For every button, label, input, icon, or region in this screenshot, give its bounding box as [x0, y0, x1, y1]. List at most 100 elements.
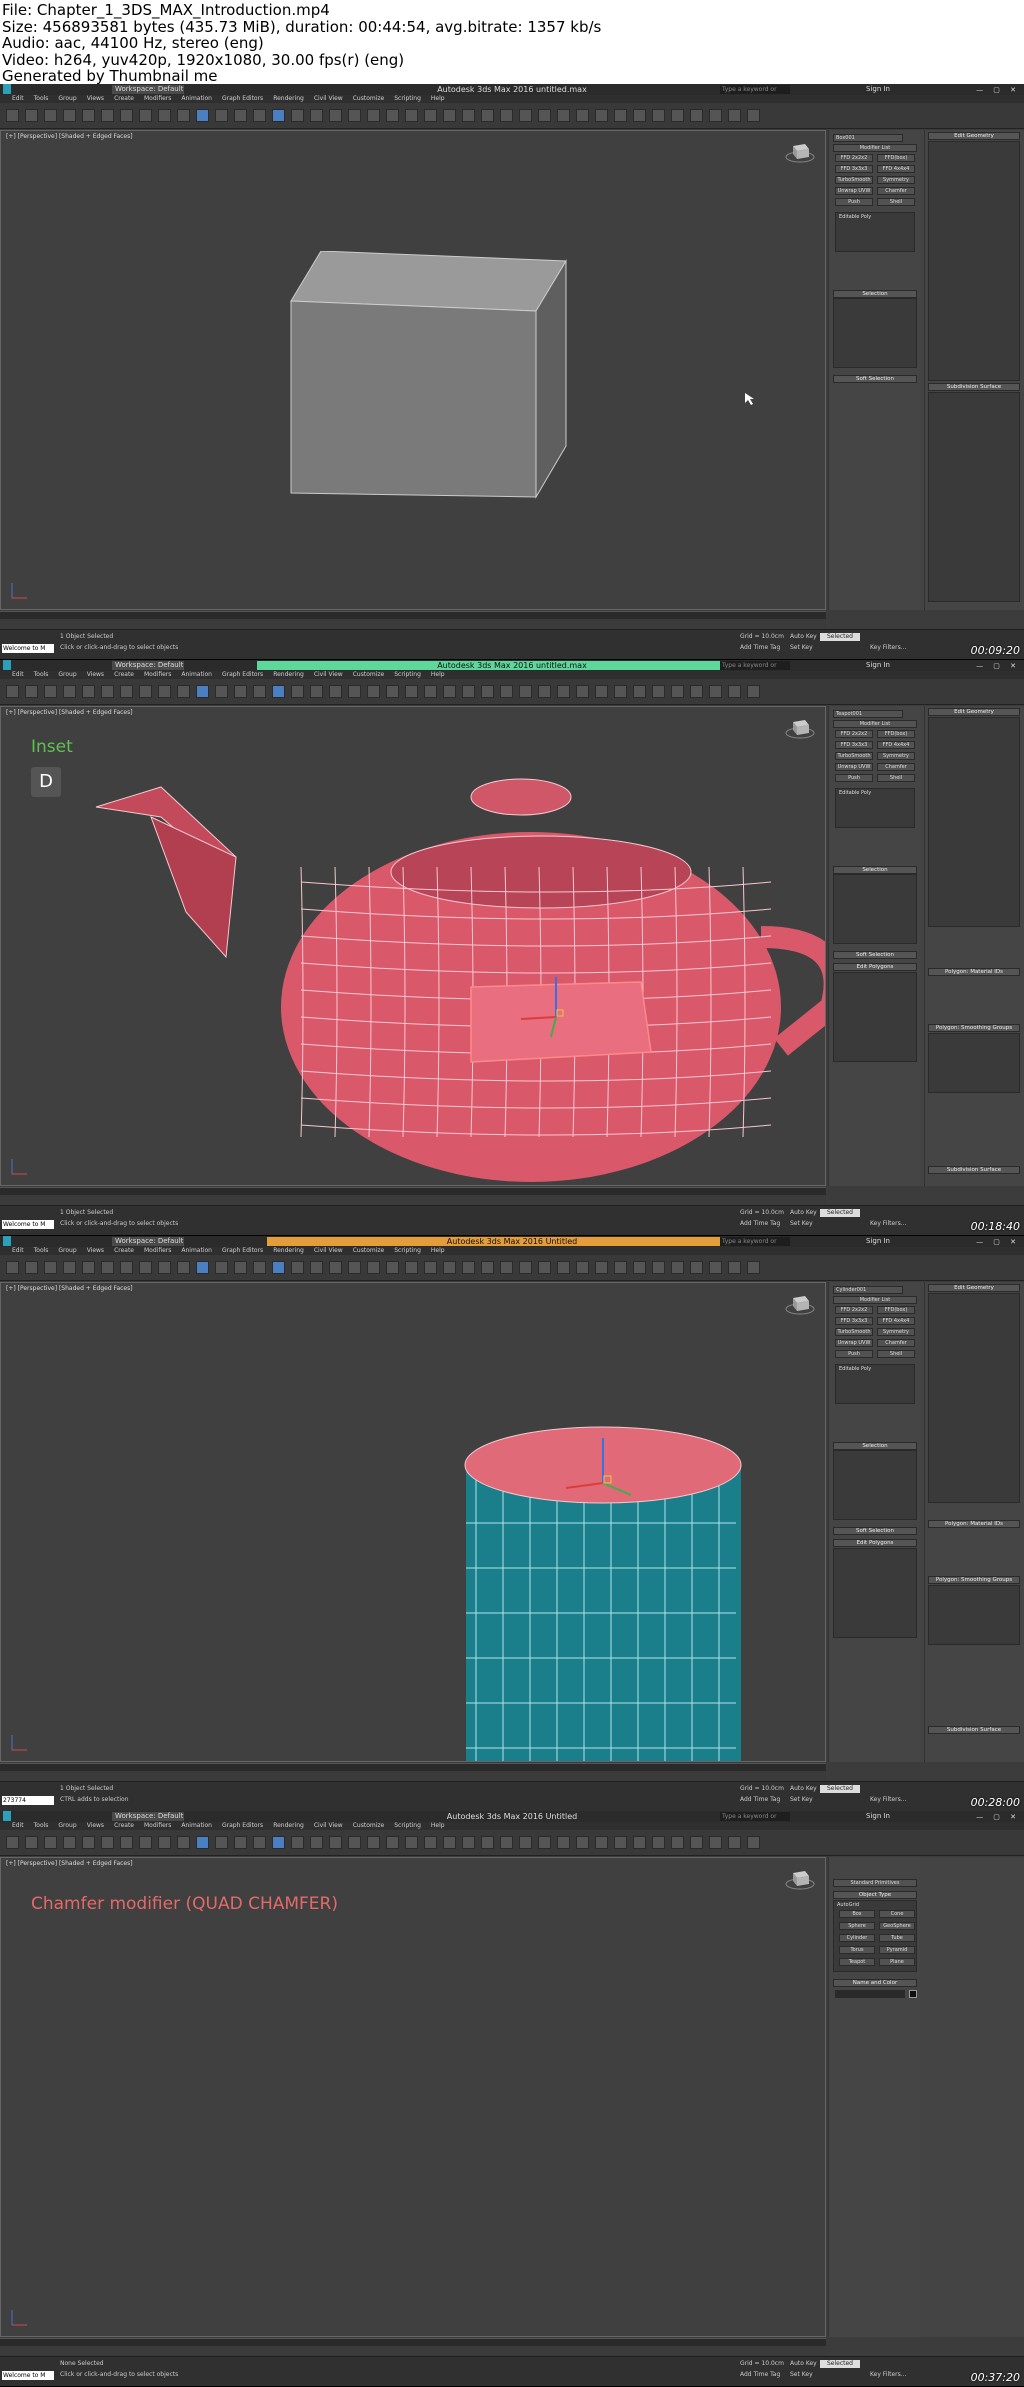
- toolbar-tool-icon[interactable]: [538, 109, 551, 122]
- toolbar-tool-icon[interactable]: [481, 1836, 494, 1849]
- primitive-button[interactable]: GeoSphere: [879, 1922, 915, 1930]
- toolbar-tool-icon[interactable]: [348, 685, 361, 698]
- toolbar-tool-icon[interactable]: [386, 1836, 399, 1849]
- primitive-button[interactable]: Plane: [879, 1958, 915, 1966]
- toolbar-tool-icon[interactable]: [291, 685, 304, 698]
- menu-item[interactable]: Animation: [181, 1247, 212, 1254]
- selection-rollout-header[interactable]: Selection: [833, 290, 917, 298]
- toolbar-tool-icon[interactable]: [215, 685, 228, 698]
- set-key-button[interactable]: Set Key: [790, 2371, 813, 2378]
- toolbar-tool-icon[interactable]: [82, 109, 95, 122]
- toolbar-tool-icon[interactable]: [25, 1836, 38, 1849]
- menu-item[interactable]: Edit: [12, 95, 24, 102]
- modifier-stack-item[interactable]: Editable Poly: [839, 1366, 911, 1372]
- modifier-stack[interactable]: Editable Poly: [835, 212, 915, 252]
- toolbar-tool-icon[interactable]: [120, 109, 133, 122]
- menu-item[interactable]: Edit: [12, 1247, 24, 1254]
- object-type-rollout-header[interactable]: Object Type: [833, 1891, 917, 1899]
- subdivision-surface-rollout-header[interactable]: Subdivision Surface: [928, 1166, 1020, 1174]
- toolbar-tool-icon[interactable]: [310, 1836, 323, 1849]
- toolbar-tool-icon[interactable]: [329, 685, 342, 698]
- menu-item[interactable]: Rendering: [273, 671, 304, 678]
- selection-rollout-header[interactable]: Selection: [833, 1442, 917, 1450]
- search-input[interactable]: Type a keyword or phrase: [720, 85, 790, 102]
- toolbar-tool-icon[interactable]: [101, 109, 114, 122]
- modifier-button[interactable]: Unwrap UVW: [835, 1339, 873, 1347]
- toolbar-tool-icon[interactable]: [291, 109, 304, 122]
- toolbar-tool-icon[interactable]: [576, 685, 589, 698]
- track-bar[interactable]: [0, 1195, 826, 1205]
- toolbar-tool-icon[interactable]: [481, 1261, 494, 1274]
- toolbar-tool-icon[interactable]: [671, 1261, 684, 1274]
- toolbar-tool-icon[interactable]: [690, 1836, 703, 1849]
- modifier-list-dropdown[interactable]: Modifier List: [833, 720, 917, 728]
- toolbar-tool-icon[interactable]: [177, 1836, 190, 1849]
- object-name-field[interactable]: Box001: [833, 134, 903, 142]
- time-slider[interactable]: [0, 611, 826, 619]
- toolbar-tool-icon[interactable]: [633, 1261, 646, 1274]
- menu-item[interactable]: Rendering: [273, 95, 304, 102]
- toolbar-tool-icon[interactable]: [614, 109, 627, 122]
- menu-item[interactable]: Modifiers: [144, 1247, 171, 1254]
- toolbar-tool-icon[interactable]: [234, 1261, 247, 1274]
- toolbar-tool-icon[interactable]: [538, 1836, 551, 1849]
- toolbar-tool-icon[interactable]: [728, 1261, 741, 1274]
- maxscript-listener[interactable]: 273774: [2, 1796, 54, 1805]
- menu-item[interactable]: Help: [431, 1822, 445, 1829]
- toolbar-tool-icon[interactable]: [538, 685, 551, 698]
- time-slider[interactable]: [0, 1187, 826, 1195]
- toolbar-tool-icon[interactable]: [272, 685, 285, 698]
- toolbar-tool-icon[interactable]: [253, 1261, 266, 1274]
- toolbar-tool-icon[interactable]: [215, 1836, 228, 1849]
- toolbar-tool-icon[interactable]: [424, 109, 437, 122]
- edit-geometry-rollout-header[interactable]: Edit Geometry: [928, 708, 1020, 716]
- toolbar-tool-icon[interactable]: [519, 1836, 532, 1849]
- menu-item[interactable]: Civil View: [314, 95, 343, 102]
- toolbar-tool-icon[interactable]: [728, 685, 741, 698]
- toolbar-tool-icon[interactable]: [595, 1836, 608, 1849]
- toolbar-tool-icon[interactable]: [595, 685, 608, 698]
- selected-dropdown[interactable]: Selected: [820, 2360, 860, 2368]
- menu-item[interactable]: Views: [87, 95, 104, 102]
- toolbar-tool-icon[interactable]: [538, 1261, 551, 1274]
- toolbar-tool-icon[interactable]: [462, 1261, 475, 1274]
- track-bar[interactable]: [0, 1771, 826, 1781]
- teapot-object[interactable]: [1, 707, 826, 1186]
- toolbar-tool-icon[interactable]: [44, 1836, 57, 1849]
- modifier-button[interactable]: TurboSmooth: [835, 176, 873, 184]
- menu-item[interactable]: Views: [87, 671, 104, 678]
- toolbar-tool-icon[interactable]: [6, 685, 19, 698]
- modifier-button[interactable]: Unwrap UVW: [835, 187, 873, 195]
- menu-item[interactable]: Rendering: [273, 1822, 304, 1829]
- toolbar-tool-icon[interactable]: [6, 1261, 19, 1274]
- modifier-button[interactable]: Shell: [877, 1350, 915, 1358]
- toolbar-tool-icon[interactable]: [272, 109, 285, 122]
- toolbar-tool-icon[interactable]: [348, 1261, 361, 1274]
- menu-item[interactable]: Civil View: [314, 671, 343, 678]
- set-key-button[interactable]: Set Key: [790, 1220, 813, 1227]
- toolbar-tool-icon[interactable]: [234, 109, 247, 122]
- modifier-button[interactable]: Symmetry: [877, 176, 915, 184]
- toolbar-tool-icon[interactable]: [633, 1836, 646, 1849]
- toolbar-tool-icon[interactable]: [329, 1836, 342, 1849]
- toolbar-tool-icon[interactable]: [139, 1261, 152, 1274]
- primitive-button[interactable]: Pyramid: [879, 1946, 915, 1954]
- toolbar-tool-icon[interactable]: [158, 685, 171, 698]
- primitive-button[interactable]: Box: [839, 1910, 875, 1918]
- search-input[interactable]: Type a keyword or phrase: [720, 1812, 790, 1829]
- toolbar-tool-icon[interactable]: [595, 1261, 608, 1274]
- toolbar-tool-icon[interactable]: [424, 1836, 437, 1849]
- toolbar-tool-icon[interactable]: [652, 685, 665, 698]
- perspective-viewport[interactable]: [+] [Perspective] [Shaded + Edged Faces]: [0, 130, 826, 610]
- toolbar-tool-icon[interactable]: [671, 685, 684, 698]
- toolbar-tool-icon[interactable]: [253, 109, 266, 122]
- toolbar-tool-icon[interactable]: [709, 1836, 722, 1849]
- key-filters-button[interactable]: Key Filters...: [870, 1220, 907, 1227]
- toolbar-tool-icon[interactable]: [196, 685, 209, 698]
- menu-item[interactable]: Group: [58, 1822, 76, 1829]
- toolbar-tool-icon[interactable]: [557, 1836, 570, 1849]
- toolbar-tool-icon[interactable]: [443, 1836, 456, 1849]
- toolbar-tool-icon[interactable]: [348, 1836, 361, 1849]
- menu-item[interactable]: Help: [431, 1247, 445, 1254]
- toolbar-tool-icon[interactable]: [405, 109, 418, 122]
